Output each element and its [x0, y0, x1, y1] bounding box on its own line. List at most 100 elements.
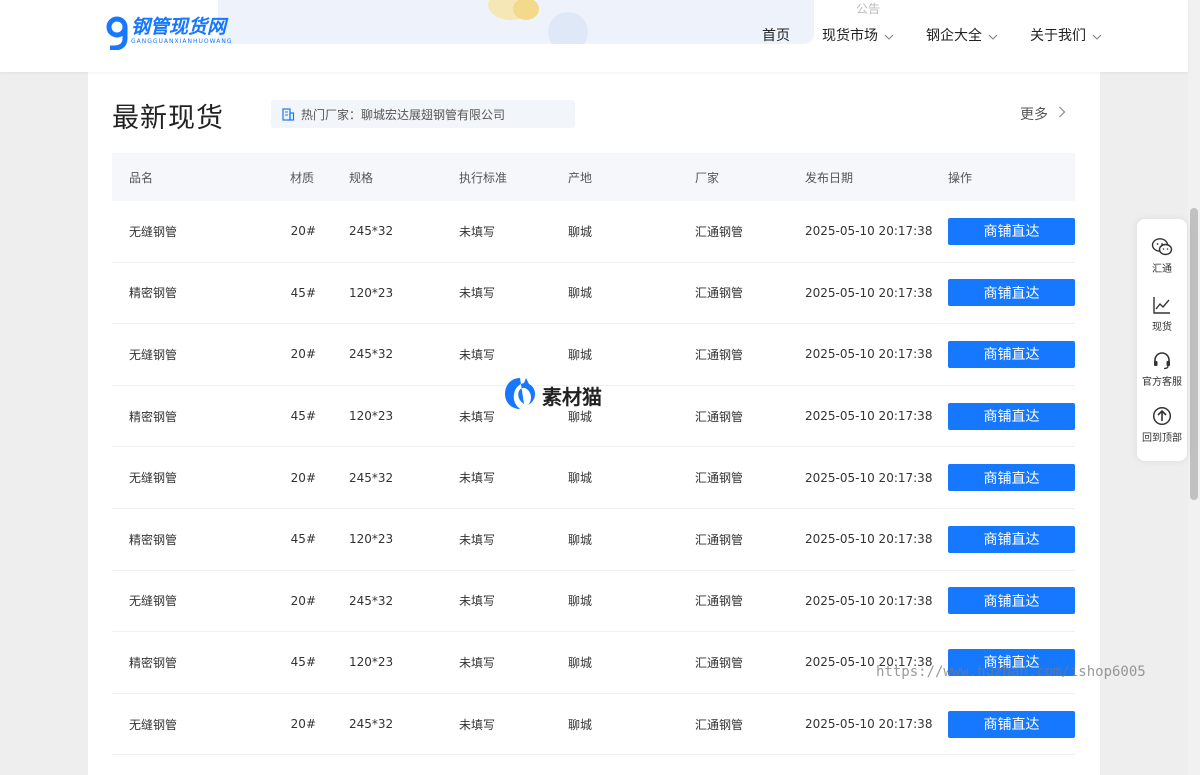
cell-date: 2025-05-10 20:17:38 — [805, 224, 933, 239]
table-row: 无缝钢管 20# 245*32 未填写 聊城 汇通钢管 2025-05-10 2… — [112, 447, 1075, 509]
cat-logo-icon — [502, 375, 538, 415]
shop-direct-button[interactable]: 商铺直达 — [948, 710, 1075, 738]
chevron-down-icon — [988, 30, 998, 40]
cell-maker: 汇通钢管 — [695, 409, 744, 424]
cell-maker: 汇通钢管 — [695, 655, 744, 670]
cell-origin: 聊城 — [568, 532, 593, 547]
cell-material: 45# — [290, 532, 316, 547]
cell-maker: 汇通钢管 — [695, 224, 744, 239]
notice-label[interactable]: 公告 — [856, 0, 880, 17]
wechat-icon — [1137, 237, 1187, 257]
nav-spot-market[interactable]: 现货市场 — [822, 25, 894, 45]
cell-maker: 汇通钢管 — [695, 471, 744, 486]
more-link[interactable]: 更多 — [1020, 104, 1066, 124]
cell-maker: 汇通钢管 — [695, 286, 744, 301]
float-back-to-top[interactable]: 回到顶部 — [1137, 406, 1187, 444]
cell-date: 2025-05-10 20:17:38 — [805, 655, 933, 670]
float-customer-service[interactable]: 官方客服 — [1137, 350, 1187, 388]
scrollbar-thumb[interactable] — [1190, 208, 1198, 500]
shop-direct-button[interactable]: 商铺直达 — [948, 340, 1075, 368]
cell-standard: 未填写 — [459, 347, 496, 362]
cell-spec: 245*32 — [349, 347, 394, 362]
cell-maker: 汇通钢管 — [695, 347, 744, 362]
table-row: 无缝钢管 20# 245*32 未填写 聊城 汇通钢管 2025-05-10 2… — [112, 571, 1075, 633]
page-scrollbar[interactable] — [1188, 0, 1200, 775]
shop-direct-button[interactable]: 商铺直达 — [948, 402, 1075, 430]
cell-spec: 120*23 — [349, 409, 394, 424]
col-header-maker: 厂家 — [695, 170, 720, 185]
col-header-origin: 产地 — [568, 170, 593, 185]
url-watermark: https://www.huzhan.com/ishop6005 — [876, 664, 1146, 680]
brand-watermark: 素材猫 — [502, 375, 602, 415]
cell-origin: 聊城 — [568, 471, 593, 486]
cell-maker: 汇通钢管 — [695, 717, 744, 732]
cell-maker: 汇通钢管 — [695, 532, 744, 547]
cell-standard: 未填写 — [459, 224, 496, 239]
table-row: 精密钢管 45# 120*23 未填写 聊城 汇通钢管 2025-05-10 2… — [112, 632, 1075, 694]
float-customer-service-label: 官方客服 — [1142, 377, 1182, 388]
cell-spec: 120*23 — [349, 532, 394, 547]
chevron-down-icon — [1092, 30, 1102, 40]
site-logo[interactable]: 钢管现货网 GANGGUANXIANHUOWANG — [105, 16, 232, 52]
arrow-up-circle-icon — [1137, 406, 1187, 426]
hot-maker-bar[interactable]: 热门厂家：聊城宏达展翅钢管有限公司 — [271, 100, 575, 128]
cell-date: 2025-05-10 20:17:38 — [805, 717, 933, 732]
cell-name: 精密钢管 — [129, 409, 178, 424]
nav-about-us-label: 关于我们 — [1030, 28, 1086, 44]
shop-direct-button[interactable]: 商铺直达 — [948, 525, 1075, 553]
cell-spec: 120*23 — [349, 655, 394, 670]
cell-origin: 聊城 — [568, 286, 593, 301]
cell-standard: 未填写 — [459, 532, 496, 547]
float-back-to-top-label: 回到顶部 — [1142, 433, 1182, 444]
cell-name: 精密钢管 — [129, 286, 178, 301]
chart-line-icon — [1137, 295, 1187, 315]
cell-date: 2025-05-10 20:17:38 — [805, 470, 933, 485]
banner-strip — [218, 0, 814, 44]
cell-date: 2025-05-10 20:17:38 — [805, 347, 933, 362]
cell-spec: 120*23 — [349, 285, 394, 300]
table-row: 无缝钢管 20# 245*32 未填写 聊城 汇通钢管 2025-05-10 2… — [112, 201, 1075, 263]
notice-text: 公告 — [856, 2, 881, 16]
shop-direct-button[interactable]: 商铺直达 — [948, 587, 1075, 615]
site-header: 公告 钢管现货网 GANGGUANXIANHUOWANG 首页 现货市场 钢企大… — [0, 0, 1188, 72]
shop-direct-button[interactable]: 商铺直达 — [948, 279, 1075, 307]
cell-name: 精密钢管 — [129, 655, 178, 670]
cell-spec: 245*32 — [349, 593, 394, 608]
col-header-action: 操作 — [948, 170, 973, 185]
cell-name: 无缝钢管 — [129, 594, 178, 609]
nav-about-us[interactable]: 关于我们 — [1030, 25, 1102, 45]
cell-date: 2025-05-10 20:17:38 — [805, 532, 933, 547]
cell-material: 20# — [290, 470, 316, 485]
cell-name: 无缝钢管 — [129, 471, 178, 486]
cell-date: 2025-05-10 20:17:38 — [805, 285, 933, 300]
cell-origin: 聊城 — [568, 717, 593, 732]
cell-origin: 聊城 — [568, 224, 593, 239]
cell-material: 45# — [290, 655, 316, 670]
cell-spec: 245*32 — [349, 224, 394, 239]
cell-standard: 未填写 — [459, 409, 496, 424]
cell-date: 2025-05-10 20:17:38 — [805, 593, 933, 608]
col-header-spec: 规格 — [349, 170, 374, 185]
float-wechat[interactable]: 汇通 — [1137, 237, 1187, 275]
float-spot[interactable]: 现货 — [1137, 295, 1187, 333]
logo-title: 钢管现货网 — [131, 16, 227, 38]
shop-direct-button[interactable]: 商铺直达 — [948, 464, 1075, 492]
nav-steel-enterprises[interactable]: 钢企大全 — [926, 25, 998, 45]
more-label: 更多 — [1020, 107, 1048, 123]
section-title: 最新现货 — [112, 103, 224, 134]
cell-material: 45# — [290, 285, 316, 300]
table-row: 无缝钢管 20# 245*32 未填写 聊城 汇通钢管 2025-05-10 2… — [112, 694, 1075, 756]
table-header: 品名 材质 规格 执行标准 产地 厂家 发布日期 操作 — [112, 153, 1075, 201]
nav-steel-enterprises-label: 钢企大全 — [926, 28, 982, 44]
col-header-material: 材质 — [290, 170, 315, 185]
nav-home[interactable]: 首页 — [762, 25, 790, 45]
cell-spec: 245*32 — [349, 717, 394, 732]
cell-date: 2025-05-10 20:17:38 — [805, 409, 933, 424]
cell-material: 20# — [290, 593, 316, 608]
shop-direct-button[interactable]: 商铺直达 — [948, 217, 1075, 245]
col-header-date: 发布日期 — [805, 170, 854, 185]
building-icon — [281, 107, 295, 121]
cell-name: 无缝钢管 — [129, 717, 178, 732]
col-header-standard: 执行标准 — [459, 170, 508, 185]
cell-standard: 未填写 — [459, 717, 496, 732]
